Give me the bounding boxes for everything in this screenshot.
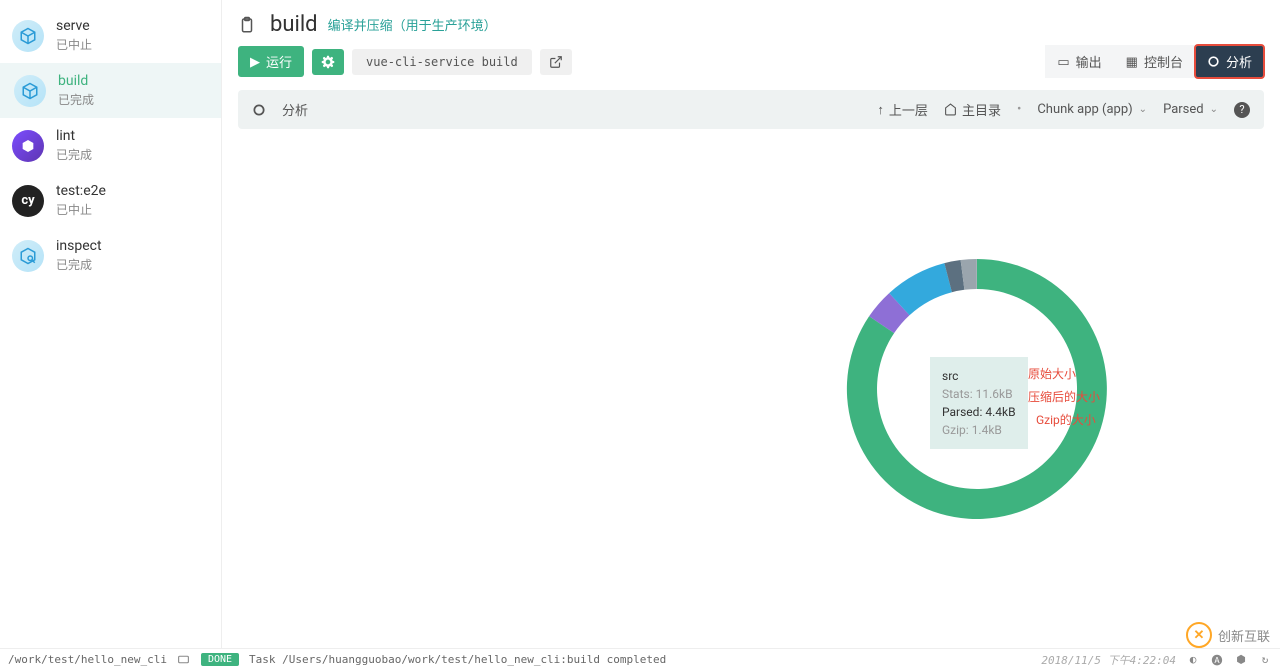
task-sidebar: serve 已中止 build 已完成 lint 已完成 cy — [0, 0, 222, 648]
project-path[interactable]: /work/test/hello_new_cli — [8, 653, 167, 666]
cube-icon — [12, 20, 44, 52]
tooltip-parsed: Parsed: 4.4kB — [942, 403, 1016, 421]
run-button[interactable]: ▶ 运行 — [238, 46, 304, 77]
refresh-icon[interactable]: ↻ — [1258, 653, 1272, 667]
page-title: build — [270, 12, 318, 37]
up-level-button[interactable]: ↑ 上一层 — [877, 100, 928, 119]
help-icon[interactable]: ? — [1234, 102, 1250, 118]
donut-icon — [1207, 55, 1220, 68]
task-header: build 编译并压缩（用于生产环境） — [222, 0, 1280, 45]
tab-output[interactable]: ▭ 输出 — [1045, 45, 1113, 78]
sidebar-item-build[interactable]: build 已完成 — [0, 63, 221, 118]
settings-button[interactable] — [312, 49, 344, 75]
analyze-panel-header: 分析 ↑ 上一层 主目录 • Chunk app (app) ⌄ Parsed … — [238, 90, 1264, 129]
watermark-icon: ✕ — [1186, 622, 1212, 648]
status-timestamp: 2018/11/5 下午4:22:04 — [1041, 652, 1176, 668]
status-badge: DONE — [201, 653, 239, 666]
command-display: vue-cli-service build — [352, 49, 532, 75]
chart-tooltip: src Stats: 11.6kB Parsed: 4.4kB Gzip: 1.… — [930, 357, 1028, 449]
gear-icon — [321, 55, 335, 69]
sidebar-item-label: inspect — [56, 238, 102, 254]
annotation-raw: 原始大小 — [1028, 365, 1076, 382]
toolbar: ▶ 运行 vue-cli-service build ▭ 输出 — [222, 45, 1280, 90]
tab-console[interactable]: ▦ 控制台 — [1114, 45, 1195, 78]
cypress-icon: cy — [12, 185, 44, 217]
view-tabs: ▭ 输出 ▦ 控制台 分析 — [1045, 45, 1264, 78]
sidebar-item-status: 已完成 — [56, 256, 102, 273]
tab-analyze[interactable]: 分析 — [1195, 45, 1264, 78]
page-subtitle: 编译并压缩（用于生产环境） — [328, 15, 497, 34]
contrast-icon[interactable]: ◐ — [1186, 653, 1200, 667]
arrow-up-icon: ↑ — [877, 102, 884, 118]
status-bar: /work/test/hello_new_cli DONE Task /User… — [0, 648, 1280, 670]
sidebar-item-label: serve — [56, 18, 92, 34]
sidebar-item-status: 已中止 — [56, 201, 106, 218]
watermark-text: 创新互联 — [1218, 626, 1270, 645]
status-message: Task /Users/huangguobao/work/test/hello_… — [249, 653, 666, 666]
cube-search-icon — [12, 240, 44, 272]
home-button[interactable]: 主目录 — [944, 100, 1001, 119]
clipboard-icon — [238, 16, 256, 34]
sidebar-item-test-e2e[interactable]: cy test:e2e 已中止 — [0, 173, 221, 228]
sidebar-item-serve[interactable]: serve 已中止 — [0, 8, 221, 63]
eslint-icon — [12, 130, 44, 162]
sidebar-item-status: 已中止 — [56, 36, 92, 53]
main-panel: build 编译并压缩（用于生产环境） ▶ 运行 vue-cli-service… — [222, 0, 1280, 648]
panel-title: 分析 — [282, 100, 308, 119]
cube-icon — [14, 75, 46, 107]
dashboard-icon: ▦ — [1126, 54, 1138, 70]
chunk-dropdown[interactable]: Chunk app (app) ⌄ — [1037, 102, 1147, 117]
sidebar-item-label: test:e2e — [56, 183, 106, 199]
annotation-compressed: 压缩后的大小 — [1028, 388, 1100, 405]
sidebar-item-label: build — [58, 73, 94, 89]
tooltip-gzip: Gzip: 1.4kB — [942, 421, 1016, 439]
translate-icon[interactable]: 🅐 — [1210, 653, 1224, 667]
log-icon[interactable] — [177, 653, 191, 667]
sidebar-item-label: lint — [56, 128, 92, 144]
chevron-down-icon: ⌄ — [1139, 104, 1147, 115]
sidebar-item-inspect[interactable]: inspect 已完成 — [0, 228, 221, 283]
sidebar-item-status: 已完成 — [58, 91, 94, 108]
separator-dot: • — [1017, 102, 1021, 117]
tooltip-title: src — [942, 367, 1016, 385]
external-link-icon — [549, 55, 563, 69]
open-external-button[interactable] — [540, 49, 572, 75]
watermark: ✕ 创新互联 — [1186, 622, 1270, 648]
play-icon: ▶ — [250, 54, 260, 70]
annotation-gzip: Gzip的大小 — [1036, 411, 1096, 428]
chevron-down-icon: ⌄ — [1210, 104, 1218, 115]
sidebar-item-lint[interactable]: lint 已完成 — [0, 118, 221, 173]
tooltip-stats: Stats: 11.6kB — [942, 385, 1016, 403]
home-icon — [944, 103, 957, 116]
donut-icon — [252, 103, 266, 117]
mode-dropdown[interactable]: Parsed ⌄ — [1163, 102, 1218, 117]
monitor-icon: ▭ — [1057, 54, 1069, 70]
bug-icon[interactable]: ⬢ — [1234, 653, 1248, 667]
analyze-visualization: src Stats: 11.6kB Parsed: 4.4kB Gzip: 1.… — [222, 129, 1280, 648]
sidebar-item-status: 已完成 — [56, 146, 92, 163]
